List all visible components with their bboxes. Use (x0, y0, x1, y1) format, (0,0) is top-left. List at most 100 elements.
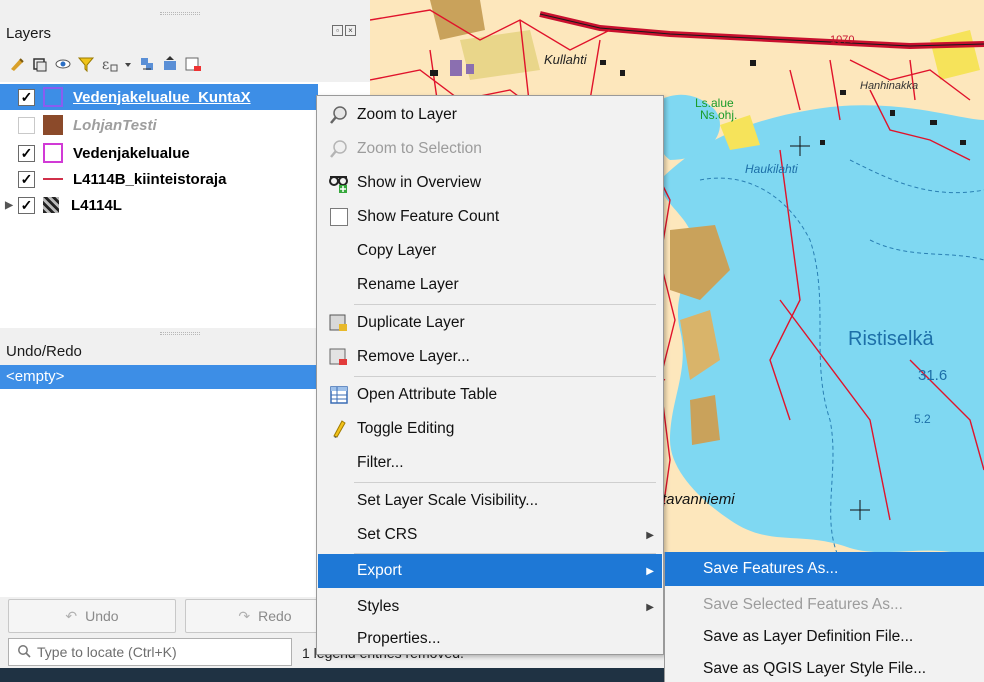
menu-item-open-attribute-table[interactable]: Open Attribute Table (318, 378, 662, 412)
style-manager-icon[interactable] (8, 55, 26, 73)
menu-separator (354, 376, 656, 377)
locator-search-input[interactable]: Type to locate (Ctrl+K) (8, 638, 292, 666)
layers-panel-title: Layers (6, 25, 52, 42)
layer-tree: ✓ Vedenjakelualue_KuntaX LohjanTesti ✓ V… (0, 82, 370, 328)
menu-item-properties[interactable]: Properties... (318, 622, 662, 656)
submenu-item-save-qgis-style[interactable]: Save as QGIS Layer Style File... (665, 652, 984, 682)
line-symbol-icon (43, 178, 63, 180)
layer-row-vedenjakelualue-kuntax[interactable]: ✓ Vedenjakelualue_KuntaX (0, 84, 318, 110)
layer-name: Vedenjakelualue_KuntaX (73, 88, 251, 106)
add-group-icon[interactable] (31, 55, 49, 73)
dropdown-icon[interactable] (123, 55, 133, 73)
dock-buttons: ▫ × (332, 25, 356, 36)
submenu-item-save-layer-definition[interactable]: Save as Layer Definition File... (665, 620, 984, 654)
menu-item-label: Show in Overview (357, 174, 482, 191)
undo-arrow-icon: ↶ (65, 607, 78, 624)
layer-visibility-checkbox[interactable]: ✓ (18, 170, 35, 188)
layer-row-l4114b-kiinteistoraja[interactable]: ✓ L4114B_kiinteistoraja (0, 166, 318, 192)
zoom-layer-icon (328, 104, 350, 126)
filter-legend-icon[interactable] (77, 55, 95, 73)
checkbox-icon[interactable] (328, 206, 350, 228)
remove-layer-icon[interactable] (184, 55, 202, 73)
search-icon (17, 644, 31, 661)
map-label-ristiselka: Ristiselkä (848, 328, 934, 350)
polygon-symbol-icon (43, 115, 63, 135)
layer-visibility-checkbox[interactable] (18, 116, 35, 134)
undo-history-item[interactable]: <empty> (0, 365, 370, 389)
redo-arrow-icon: ↷ (238, 607, 251, 624)
collapse-all-icon[interactable] (161, 55, 179, 73)
attribute-table-icon (328, 384, 350, 406)
visibility-icon[interactable] (54, 55, 72, 73)
menu-item-duplicate-layer[interactable]: Duplicate Layer (318, 306, 662, 340)
menu-item-export[interactable]: Export ▶ (318, 554, 662, 588)
svg-text:ε: ε (102, 57, 109, 73)
polygon-symbol-icon (43, 143, 63, 163)
map-label-haukilahti: Haukilahti (745, 162, 798, 176)
map-label-depth-5-2: 5.2 (914, 412, 931, 426)
expand-arrow-icon[interactable]: ▶ (0, 200, 18, 211)
raster-symbol-icon (43, 197, 59, 213)
duplicate-layer-icon (328, 312, 350, 334)
layer-visibility-checkbox[interactable]: ✓ (18, 88, 35, 106)
close-panel-icon[interactable]: × (345, 25, 356, 36)
menu-item-label: Duplicate Layer (357, 314, 465, 331)
pencil-icon (328, 418, 350, 440)
panel-grip[interactable] (160, 12, 200, 15)
menu-item-label: Rename Layer (357, 276, 459, 293)
undo-history-list: <empty> (0, 365, 370, 597)
menu-item-styles[interactable]: Styles ▶ (318, 590, 662, 624)
undo-button[interactable]: ↶ Undo (8, 599, 176, 633)
menu-item-label: Remove Layer... (357, 348, 470, 365)
menu-item-copy-layer[interactable]: Copy Layer (318, 234, 662, 268)
layer-row-l4114l[interactable]: ▶ ✓ L4114L (0, 192, 318, 218)
remove-layer-icon (328, 346, 350, 368)
menu-item-zoom-to-selection[interactable]: Zoom to Selection (318, 132, 662, 166)
redo-label: Redo (258, 608, 292, 624)
layer-context-menu: Zoom to Layer Zoom to Selection Show in … (316, 95, 664, 655)
panel-splitter-grip[interactable] (160, 332, 200, 335)
menu-item-toggle-editing[interactable]: Toggle Editing (318, 412, 662, 446)
menu-item-set-layer-scale-visibility[interactable]: Set Layer Scale Visibility... (318, 484, 662, 518)
layer-row-vedenjakelualue[interactable]: ✓ Vedenjakelualue (0, 140, 318, 166)
export-submenu: Save Features As... Save Selected Featur… (664, 552, 984, 682)
menu-item-label: Copy Layer (357, 242, 437, 259)
menu-separator (354, 482, 656, 483)
submenu-item-save-selected-features-as[interactable]: Save Selected Features As... (665, 588, 984, 622)
overview-icon (328, 172, 350, 194)
layer-row-lohjantesti[interactable]: LohjanTesti (0, 112, 318, 138)
menu-item-label: Export (357, 562, 402, 579)
menu-item-remove-layer[interactable]: Remove Layer... (318, 340, 662, 374)
submenu-item-save-features-as[interactable]: Save Features As... (665, 552, 984, 586)
menu-item-zoom-to-layer[interactable]: Zoom to Layer (318, 98, 662, 132)
map-label-ns-ohj: Ns.ohj. (700, 108, 738, 122)
undo-label: Undo (85, 608, 119, 624)
layer-name: Vedenjakelualue (73, 144, 190, 162)
submenu-arrow-icon: ▶ (646, 565, 654, 577)
layer-visibility-checkbox[interactable]: ✓ (18, 196, 35, 214)
menu-item-set-crs[interactable]: Set CRS ▶ (318, 518, 662, 552)
float-panel-icon[interactable]: ▫ (332, 25, 343, 36)
menu-item-show-in-overview[interactable]: Show in Overview (318, 166, 662, 200)
menu-item-label: Set CRS (357, 526, 418, 543)
layers-toolbar: ε (8, 52, 202, 76)
layer-name: L4114L (71, 196, 122, 214)
left-dock: Layers ▫ × ε ✓ Vedenjakelualue_KuntaX Lo… (0, 0, 370, 682)
submenu-arrow-icon: ▶ (646, 601, 654, 613)
menu-item-rename-layer[interactable]: Rename Layer (318, 268, 662, 302)
expand-all-icon[interactable] (138, 55, 156, 73)
filter-expression-icon[interactable]: ε (100, 55, 118, 73)
menu-item-label: Zoom to Selection (357, 140, 482, 157)
menu-item-filter[interactable]: Filter... (318, 446, 662, 480)
menu-item-show-feature-count[interactable]: Show Feature Count (318, 200, 662, 234)
menu-item-label: Open Attribute Table (357, 386, 498, 403)
menu-item-label: Show Feature Count (357, 208, 500, 225)
map-label-road-1070: 1070 (830, 34, 855, 46)
menu-separator (354, 304, 656, 305)
menu-item-label: Set Layer Scale Visibility... (357, 492, 539, 509)
menu-item-label: Filter... (357, 454, 404, 471)
layer-visibility-checkbox[interactable]: ✓ (18, 144, 35, 162)
menu-item-label: Properties... (357, 630, 441, 647)
map-label-hanhinakka: Hanhinakka (860, 80, 919, 92)
menu-item-label: Zoom to Layer (357, 106, 457, 123)
